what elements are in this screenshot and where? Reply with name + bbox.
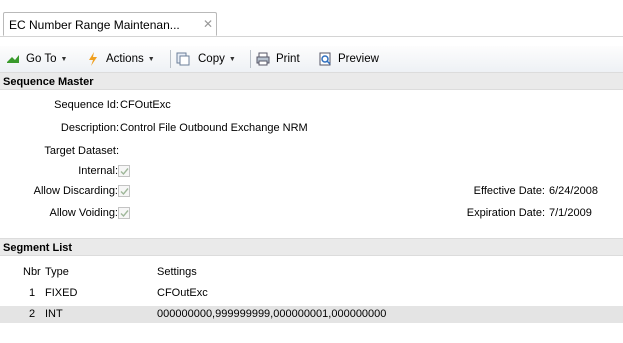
toolbar: Go To ▼ Actions ▼ Copy ▼ Print Preview [0,46,623,73]
close-icon[interactable]: ✕ [203,17,213,31]
effective-date-value[interactable]: 6/24/2008 [549,185,598,197]
chevron-down-icon: ▼ [60,55,68,63]
preview-label: Preview [338,53,379,65]
tab-ec-number-range[interactable]: EC Number Range Maintenan... ✕ [3,12,217,36]
go-to-icon [6,53,20,65]
internal-label: Internal: [78,165,118,177]
lightning-icon [88,52,98,66]
copy-button[interactable]: Copy ▼ [176,51,236,67]
allow-discarding-label: Allow Discarding: [33,185,118,197]
preview-icon [318,52,332,66]
row-type: INT [45,308,63,320]
copy-label: Copy [198,53,225,65]
row-nbr: 2 [29,308,36,320]
table-row[interactable]: 1 FIXED CFOutExc [0,285,623,302]
column-header-type[interactable]: Type [45,266,69,278]
internal-checkbox[interactable] [118,165,130,177]
description-value[interactable]: Control File Outbound Exchange NRM [120,122,308,134]
goto-label: Go To [26,53,57,65]
sequence-id-value[interactable]: CFOutExc [120,99,171,111]
column-header-settings[interactable]: Settings [157,266,197,278]
column-header-nbr[interactable]: Nbr [23,266,41,278]
sequence-id-label: Sequence Id: [54,99,119,111]
row-settings: 000000000,999999999,000000001,000000000 [157,308,387,320]
tab-label: EC Number Range Maintenan... [9,18,180,32]
checkmark-icon [120,168,129,176]
copy-icon [176,52,190,66]
row-type: FIXED [45,287,78,299]
print-label: Print [276,53,300,65]
print-button[interactable]: Print [256,51,300,67]
allow-voiding-checkbox[interactable] [118,207,130,219]
segment-list-header: Segment List [0,238,623,256]
effective-date-label: Effective Date: [473,185,545,197]
tab-strip: EC Number Range Maintenan... ✕ [0,0,623,37]
target-dataset-label: Target Dataset: [44,145,119,157]
chevron-down-icon: ▼ [228,55,236,63]
row-nbr: 1 [29,287,36,299]
checkmark-icon [120,210,129,218]
checkmark-icon [120,188,129,196]
actions-label: Actions [106,53,144,65]
goto-button[interactable]: Go To ▼ [6,51,67,67]
toolbar-separator [170,50,171,68]
actions-button[interactable]: Actions ▼ [88,51,155,67]
toolbar-separator [250,50,251,68]
sequence-master-header: Sequence Master [0,72,623,90]
table-row[interactable]: 2 INT 000000000,999999999,000000001,0000… [0,306,623,323]
allow-voiding-label: Allow Voiding: [49,207,119,219]
description-label: Description: [60,122,119,134]
allow-discarding-checkbox[interactable] [118,185,130,197]
printer-icon [256,52,270,66]
expiration-date-value[interactable]: 7/1/2009 [549,207,592,219]
expiration-date-label: Expiration Date: [466,207,545,219]
chevron-down-icon: ▼ [147,55,155,63]
preview-button[interactable]: Preview [318,51,379,67]
row-settings: CFOutExc [157,287,208,299]
